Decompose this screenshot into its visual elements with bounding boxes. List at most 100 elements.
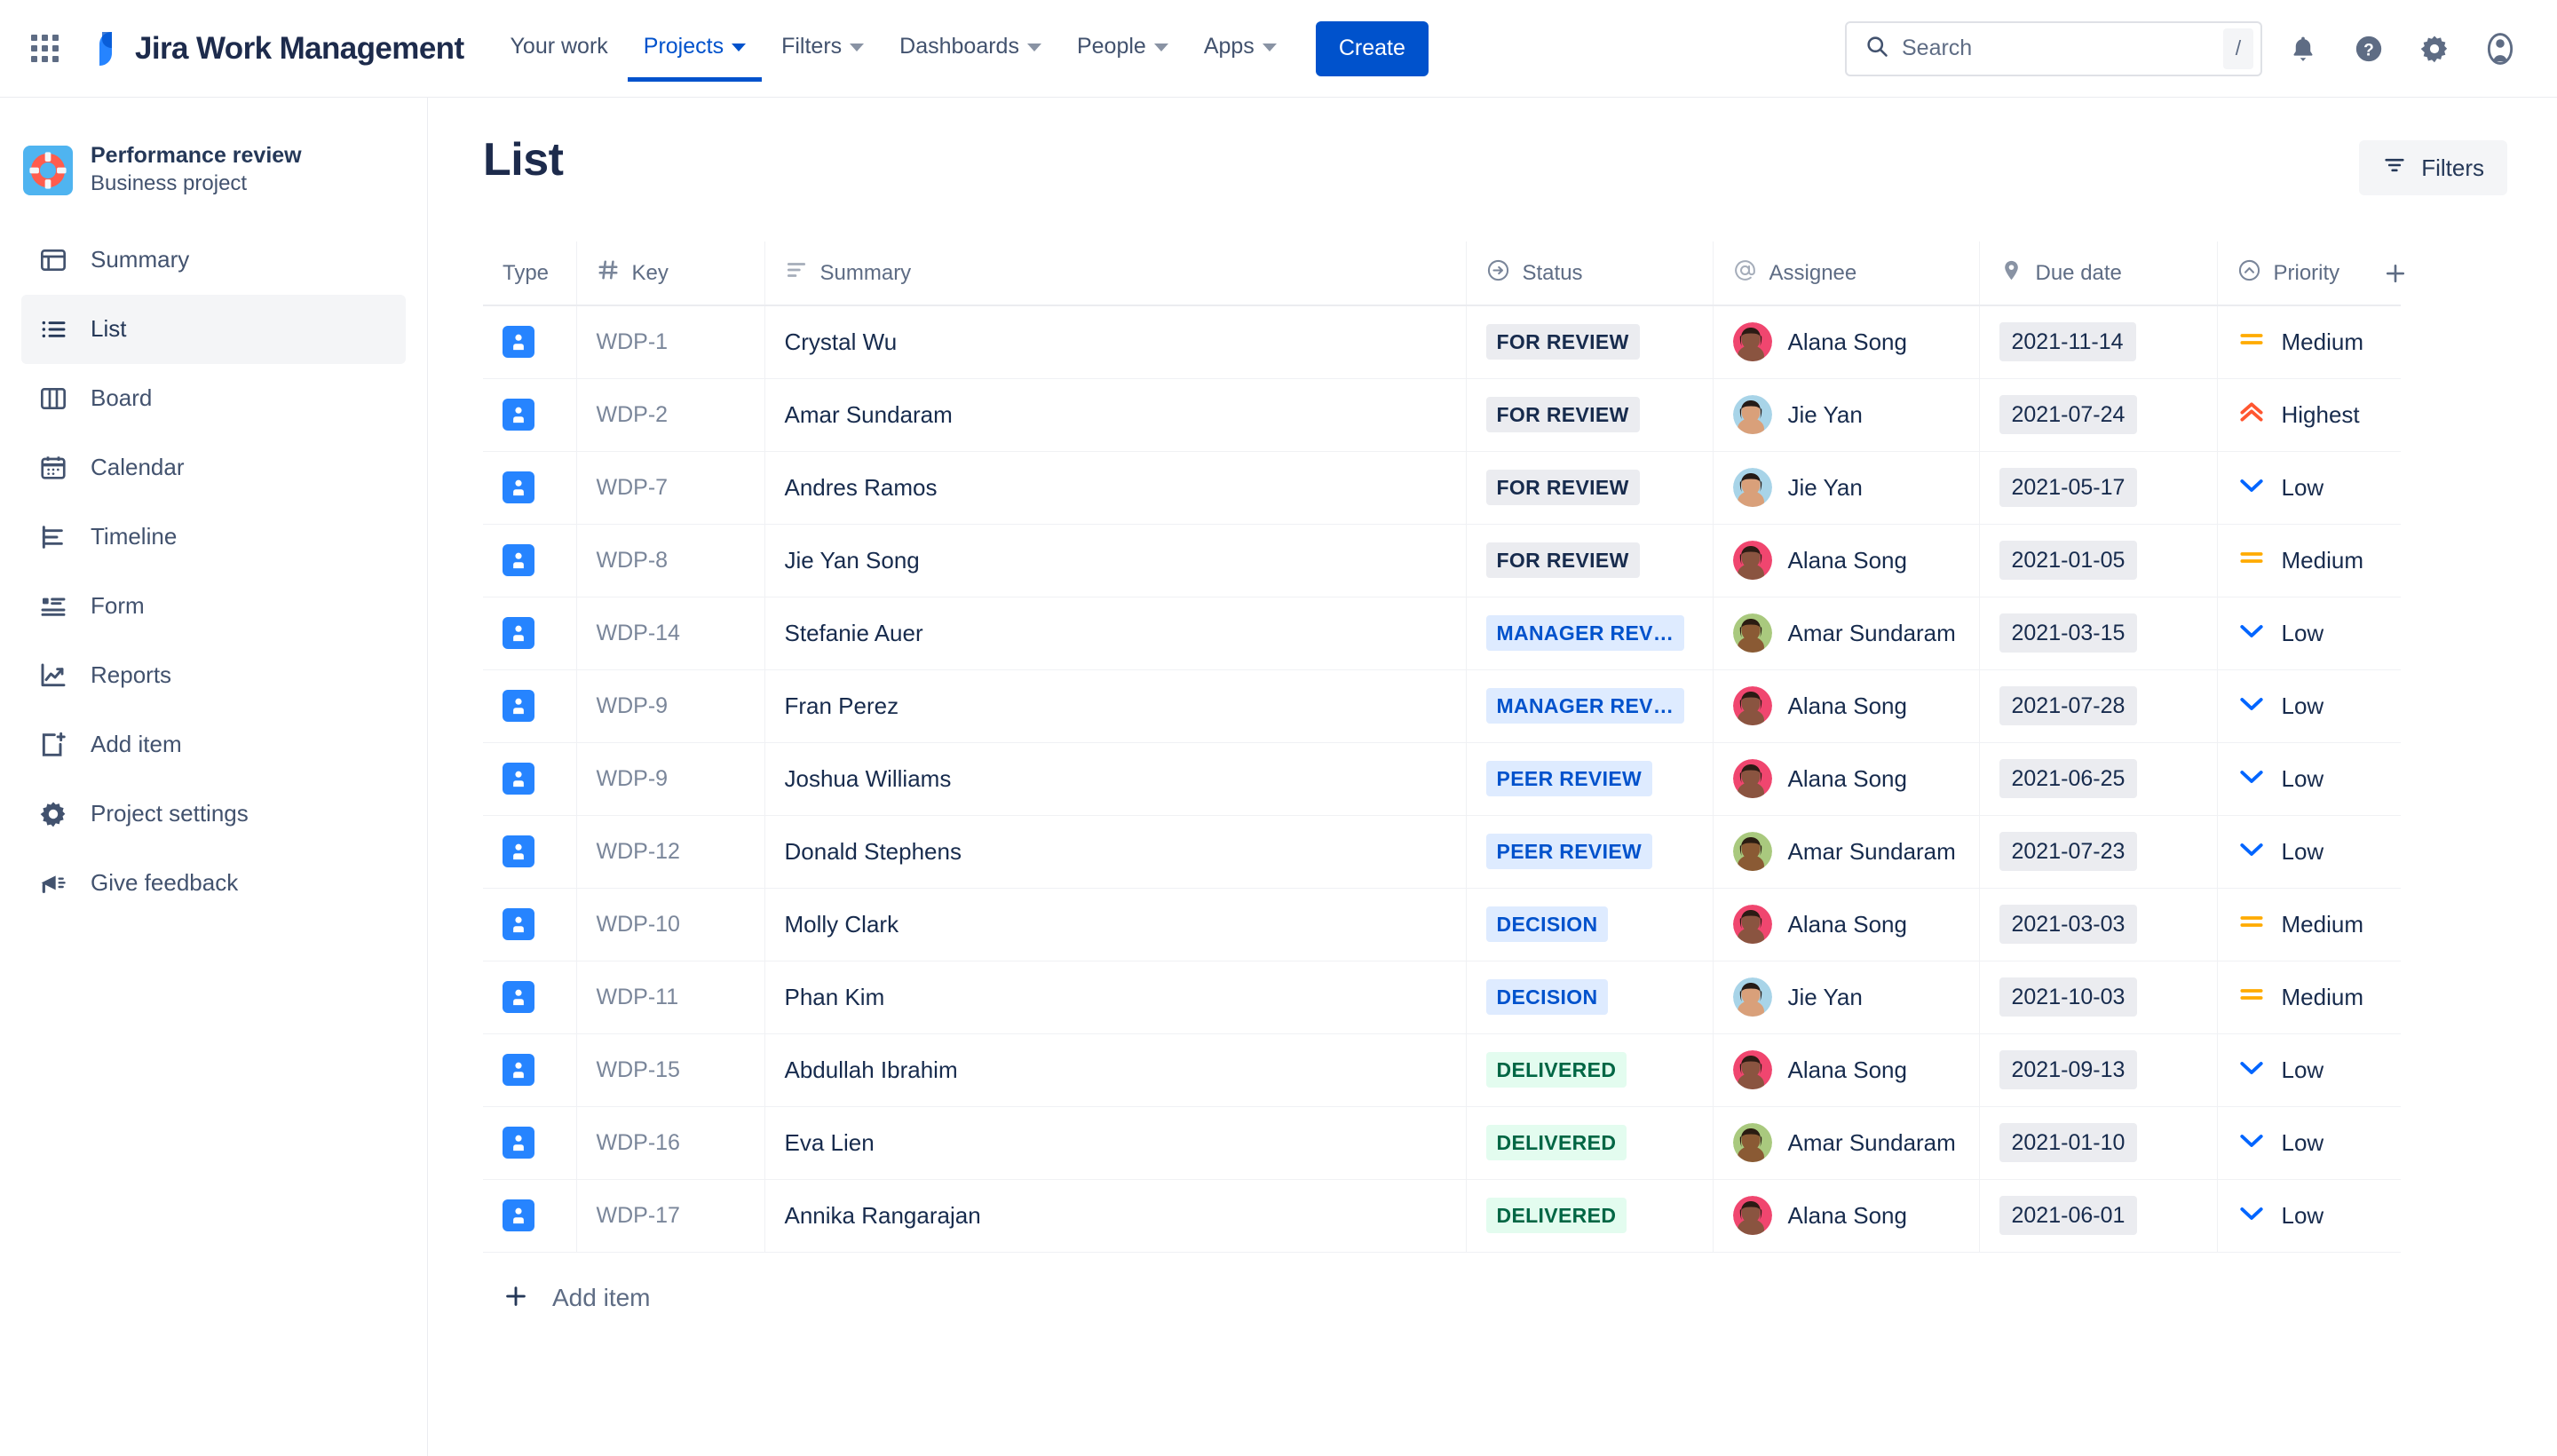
cell-summary[interactable]: Andres Ramos (764, 451, 1467, 524)
nav-item-apps[interactable]: Apps (1188, 16, 1293, 82)
table-row[interactable]: WDP-12 Donald Stephens PEER REVIEW Amar Sun… (483, 815, 2401, 888)
cell-assignee[interactable]: Amar Sundaram (1713, 597, 1980, 669)
cell-key[interactable]: WDP-2 (576, 378, 765, 451)
cell-priority[interactable]: Low (2217, 1106, 2401, 1179)
search-input[interactable]: Search / (1845, 20, 2262, 76)
table-row[interactable]: WDP-11 Phan Kim DECISION Jie Yan 2021-10-03 M… (483, 961, 2401, 1033)
sidebar-item-calendar[interactable]: Calendar (21, 433, 406, 502)
table-row[interactable]: WDP-16 Eva Lien DELIVERED Amar Sundaram 2021… (483, 1106, 2401, 1179)
cell-type[interactable] (483, 524, 577, 597)
cell-priority[interactable]: Low (2217, 669, 2401, 742)
cell-status[interactable]: FOR REVIEW (1466, 524, 1714, 597)
project-header[interactable]: Performance review Business project (0, 123, 427, 226)
table-row[interactable]: WDP-14 Stefanie Auer MANAGER REV… Amar Sund… (483, 597, 2401, 669)
cell-type[interactable] (483, 1106, 577, 1179)
cell-key[interactable]: WDP-11 (576, 961, 765, 1033)
cell-type[interactable] (483, 597, 577, 669)
cell-type[interactable] (483, 451, 577, 524)
cell-key[interactable]: WDP-15 (576, 1033, 765, 1106)
cell-summary[interactable]: Jie Yan Song (764, 524, 1467, 597)
cell-key[interactable]: WDP-12 (576, 815, 765, 888)
cell-status[interactable]: DECISION (1466, 961, 1714, 1033)
cell-key[interactable]: WDP-8 (576, 524, 765, 597)
apps-grid-icon[interactable] (20, 24, 69, 74)
cell-due-date[interactable]: 2021-03-15 (1979, 597, 2218, 669)
cell-assignee[interactable]: Jie Yan (1713, 961, 1980, 1033)
cell-due-date[interactable]: 2021-07-28 (1979, 669, 2218, 742)
cell-assignee[interactable]: Amar Sundaram (1713, 1106, 1980, 1179)
settings-gear-icon[interactable] (2410, 24, 2459, 74)
cell-summary[interactable]: Stefanie Auer (764, 597, 1467, 669)
cell-priority[interactable]: Low (2217, 1179, 2401, 1252)
column-header-assignee[interactable]: Assignee (1713, 241, 1980, 306)
cell-key[interactable]: WDP-7 (576, 451, 765, 524)
table-row[interactable]: WDP-17 Annika Rangarajan DELIVERED Alana So… (483, 1179, 2401, 1252)
cell-type[interactable] (483, 961, 577, 1033)
cell-priority[interactable]: Low (2217, 451, 2401, 524)
filters-button[interactable]: Filters (2359, 140, 2507, 195)
cell-type[interactable] (483, 1033, 577, 1106)
cell-due-date[interactable]: 2021-01-05 (1979, 524, 2218, 597)
cell-assignee[interactable]: Alana Song (1713, 524, 1980, 597)
sidebar-item-give-feedback[interactable]: Give feedback (21, 849, 406, 918)
cell-status[interactable]: FOR REVIEW (1466, 378, 1714, 451)
cell-summary[interactable]: Phan Kim (764, 961, 1467, 1033)
cell-summary[interactable]: Amar Sundaram (764, 378, 1467, 451)
cell-due-date[interactable]: 2021-05-17 (1979, 451, 2218, 524)
cell-status[interactable]: MANAGER REV… (1466, 597, 1714, 669)
cell-due-date[interactable]: 2021-07-24 (1979, 378, 2218, 451)
cell-key[interactable]: WDP-16 (576, 1106, 765, 1179)
column-header-key[interactable]: Key (576, 241, 765, 306)
cell-type[interactable] (483, 1179, 577, 1252)
cell-type[interactable] (483, 378, 577, 451)
column-header-priority[interactable]: Priority (2217, 241, 2405, 306)
add-item-row-button[interactable]: Add item (483, 1253, 2507, 1314)
sidebar-item-add-item[interactable]: Add item (21, 710, 406, 779)
cell-due-date[interactable]: 2021-06-01 (1979, 1179, 2218, 1252)
sidebar-item-form[interactable]: Form (21, 572, 406, 641)
nav-item-people[interactable]: People (1061, 16, 1184, 82)
cell-summary[interactable]: Annika Rangarajan (764, 1179, 1467, 1252)
cell-type[interactable] (483, 815, 577, 888)
table-row[interactable]: WDP-1 Crystal Wu FOR REVIEW Alana Song 2021-… (483, 305, 2401, 378)
column-header-due-date[interactable]: Due date (1979, 241, 2218, 306)
cell-priority[interactable]: Low (2217, 815, 2401, 888)
notifications-bell-icon[interactable] (2278, 24, 2328, 74)
cell-due-date[interactable]: 2021-07-23 (1979, 815, 2218, 888)
cell-key[interactable]: WDP-1 (576, 305, 765, 378)
cell-due-date[interactable]: 2021-11-14 (1979, 305, 2218, 378)
sidebar-item-board[interactable]: Board (21, 364, 406, 433)
cell-assignee[interactable]: Alana Song (1713, 669, 1980, 742)
cell-priority[interactable]: Low (2217, 597, 2401, 669)
cell-summary[interactable]: Fran Perez (764, 669, 1467, 742)
cell-due-date[interactable]: 2021-01-10 (1979, 1106, 2218, 1179)
cell-summary[interactable]: Molly Clark (764, 888, 1467, 961)
cell-assignee[interactable]: Alana Song (1713, 888, 1980, 961)
cell-summary[interactable]: Crystal Wu (764, 305, 1467, 378)
cell-assignee[interactable]: Alana Song (1713, 305, 1980, 378)
cell-assignee[interactable]: Jie Yan (1713, 451, 1980, 524)
cell-summary[interactable]: Eva Lien (764, 1106, 1467, 1179)
cell-type[interactable] (483, 669, 577, 742)
cell-type[interactable] (483, 742, 577, 815)
table-row[interactable]: WDP-2 Amar Sundaram FOR REVIEW Jie Yan 2021-… (483, 378, 2401, 451)
cell-status[interactable]: MANAGER REV… (1466, 669, 1714, 742)
cell-key[interactable]: WDP-14 (576, 597, 765, 669)
table-row[interactable]: WDP-9 Joshua Williams PEER REVIEW Alana Son… (483, 742, 2401, 815)
cell-priority[interactable]: Low (2217, 1033, 2401, 1106)
sidebar-item-summary[interactable]: Summary (21, 226, 406, 295)
cell-assignee[interactable]: Alana Song (1713, 1033, 1980, 1106)
cell-priority[interactable]: Medium (2217, 961, 2401, 1033)
nav-item-your-work[interactable]: Your work (495, 16, 624, 82)
cell-priority[interactable]: Medium (2217, 305, 2401, 378)
cell-key[interactable]: WDP-10 (576, 888, 765, 961)
column-header-status[interactable]: Status (1466, 241, 1714, 306)
cell-status[interactable]: DELIVERED (1466, 1179, 1714, 1252)
cell-assignee[interactable]: Alana Song (1713, 742, 1980, 815)
cell-priority[interactable]: Highest (2217, 378, 2401, 451)
cell-status[interactable]: DELIVERED (1466, 1106, 1714, 1179)
cell-type[interactable] (483, 888, 577, 961)
cell-key[interactable]: WDP-17 (576, 1179, 765, 1252)
cell-assignee[interactable]: Alana Song (1713, 1179, 1980, 1252)
cell-summary[interactable]: Joshua Williams (764, 742, 1467, 815)
